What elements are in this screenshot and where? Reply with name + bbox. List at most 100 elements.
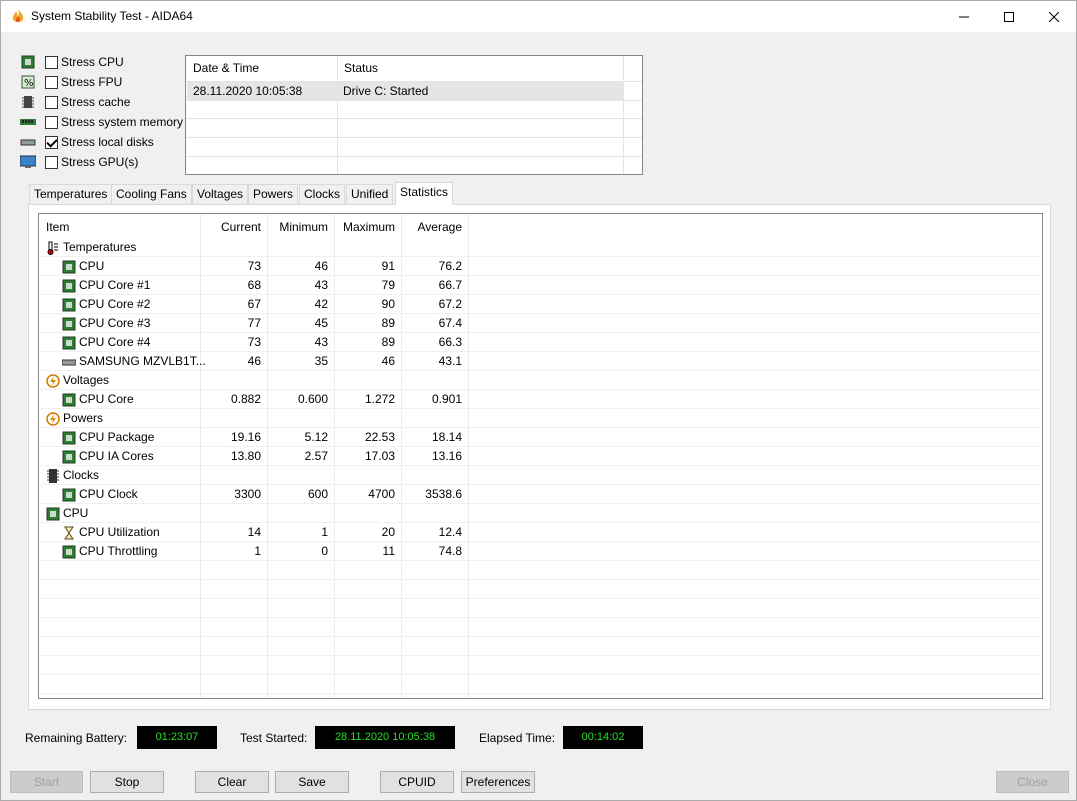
table-row[interactable]: CPU Core #1 68 43 79 66.7 — [39, 276, 1042, 295]
cpu-chip-icon — [62, 431, 76, 445]
table-row[interactable]: CPU Core #2 67 42 90 67.2 — [39, 295, 1042, 314]
preferences-button[interactable]: Preferences — [461, 771, 535, 793]
item-name: CPU Package — [62, 428, 154, 447]
cell-current: 19.16 — [230, 430, 261, 444]
col-header-maximum[interactable]: Maximum — [334, 219, 395, 235]
table-row[interactable]: CPU IA Cores 13.80 2.57 17.03 13.16 — [39, 447, 1042, 466]
cell-maximum: 11 — [382, 544, 395, 558]
cpuid-button[interactable]: CPUID — [380, 771, 454, 793]
table-row[interactable]: CPU 73 46 91 76.2 — [39, 257, 1042, 276]
cell-minimum: 600 — [307, 487, 328, 501]
col-header-current[interactable]: Current — [200, 219, 261, 235]
tab-powers[interactable]: Powers — [248, 184, 299, 204]
stop-button[interactable]: Stop — [90, 771, 164, 793]
group-row[interactable]: Voltages — [39, 371, 1042, 390]
item-name: CPU Core — [62, 390, 134, 409]
stress-cache-checkbox[interactable] — [45, 95, 58, 109]
stress-gpu-option[interactable]: Stress GPU(s) — [19, 153, 139, 171]
group-row[interactable]: Powers — [39, 409, 1042, 428]
item-label: Temperatures — [63, 240, 137, 254]
cell-minimum: 45 — [314, 316, 328, 330]
item-label: Powers — [63, 411, 104, 425]
battery-display: 01:23:07 — [137, 726, 217, 749]
group-row[interactable]: Clocks — [39, 466, 1042, 485]
stress-cpu-option[interactable]: Stress CPU — [20, 53, 124, 71]
col-header-average[interactable]: Average — [401, 219, 462, 235]
item-label: CPU — [79, 259, 105, 273]
cell-maximum: 79 — [381, 278, 395, 292]
stress-fpu-checkbox[interactable] — [45, 75, 58, 89]
stress-memory-option[interactable]: Stress system memory — [20, 113, 183, 131]
minimize-button[interactable] — [941, 1, 987, 32]
tab-temperatures[interactable]: Temperatures — [29, 184, 113, 204]
table-row[interactable]: CPU Throttling 1 0 11 74.8 — [39, 542, 1042, 561]
cell-current: 68 — [247, 278, 261, 292]
col-header-item[interactable]: Item — [46, 219, 69, 235]
cpu-chip-icon — [20, 55, 36, 69]
tab-clocks[interactable]: Clocks — [299, 184, 346, 204]
table-row[interactable]: CPU Core #3 77 45 89 67.4 — [39, 314, 1042, 333]
elapsed-time-display: 00:14:02 — [563, 726, 643, 749]
log-header-status[interactable]: Status — [337, 56, 378, 81]
disk-drive-icon — [61, 355, 77, 369]
group-row[interactable]: CPU — [39, 504, 1042, 523]
cell-minimum: 46 — [314, 259, 328, 273]
monitor-icon — [19, 155, 37, 169]
group-row[interactable]: Temperatures — [39, 238, 1042, 257]
table-row[interactable]: CPU Core #4 73 43 89 66.3 — [39, 333, 1042, 352]
log-row[interactable]: 28.11.2020 10:05:38 Drive C: Started — [187, 82, 624, 100]
table-row[interactable]: CPU Clock 3300 600 4700 3538.6 — [39, 485, 1042, 504]
close-window-button[interactable] — [1031, 1, 1077, 32]
log-datetime: 28.11.2020 10:05:38 — [193, 84, 303, 98]
table-row[interactable]: CPU Utilization 14 1 20 12.4 — [39, 523, 1042, 542]
stress-cpu-checkbox[interactable] — [45, 55, 58, 69]
stress-memory-checkbox[interactable] — [45, 115, 58, 129]
cell-minimum: 2.57 — [304, 449, 328, 463]
tab-cooling-fans[interactable]: Cooling Fans — [111, 184, 192, 204]
cpu-chip-icon — [62, 336, 76, 350]
test-started-label: Test Started: — [240, 731, 308, 745]
item-name: CPU — [62, 257, 104, 276]
cell-maximum: 91 — [381, 259, 395, 273]
status-log-list[interactable]: Date & Time Status 28.11.2020 10:05:38 D… — [185, 55, 643, 175]
tab-unified[interactable]: Unified — [346, 184, 394, 204]
cell-average: 67.4 — [438, 316, 462, 330]
cell-current: 3300 — [234, 487, 261, 501]
cell-maximum: 1.272 — [364, 392, 395, 406]
table-row[interactable]: SAMSUNG MZVLB1T... 46 35 46 43.1 — [39, 352, 1042, 371]
item-label: CPU — [63, 506, 89, 520]
col-header-minimum[interactable]: Minimum — [267, 219, 328, 235]
stress-disks-option[interactable]: Stress local disks — [20, 133, 154, 151]
item-label: CPU Core #4 — [79, 335, 151, 349]
title-bar[interactable]: System Stability Test - AIDA64 — [1, 1, 1076, 32]
save-button[interactable]: Save — [275, 771, 349, 793]
stress-disks-checkbox[interactable] — [45, 135, 58, 149]
table-row[interactable]: CPU Core 0.882 0.600 1.272 0.901 — [39, 390, 1042, 409]
stress-gpu-label: Stress GPU(s) — [61, 155, 139, 169]
statistics-grid[interactable]: Item Current Minimum Maximum Average Tem… — [38, 213, 1043, 699]
cell-maximum: 46 — [381, 354, 395, 368]
cpu-chip-icon — [62, 488, 76, 502]
cell-minimum: 5.12 — [304, 430, 328, 444]
cpu-chip-icon — [62, 298, 76, 312]
tab-statistics[interactable]: Statistics — [395, 182, 454, 205]
item-label: CPU Core — [79, 392, 134, 406]
stress-cache-option[interactable]: Stress cache — [20, 93, 130, 111]
stress-fpu-option[interactable]: % Stress FPU — [20, 73, 122, 91]
start-button[interactable]: Start — [10, 771, 83, 793]
cell-average: 13.16 — [431, 449, 462, 463]
stress-gpu-checkbox[interactable] — [45, 155, 58, 169]
cell-current: 13.80 — [230, 449, 261, 463]
stress-cpu-label: Stress CPU — [61, 55, 124, 69]
close-button[interactable]: Close — [996, 771, 1069, 793]
maximize-button[interactable] — [986, 1, 1032, 32]
item-label: Clocks — [63, 468, 100, 482]
cell-minimum: 35 — [314, 354, 328, 368]
cell-current: 46 — [247, 354, 261, 368]
item-label: CPU IA Cores — [79, 449, 154, 463]
cell-minimum: 0.600 — [297, 392, 328, 406]
clear-button[interactable]: Clear — [195, 771, 269, 793]
table-row[interactable]: CPU Package 19.16 5.12 22.53 18.14 — [39, 428, 1042, 447]
log-header-datetime[interactable]: Date & Time — [186, 56, 259, 81]
tab-voltages[interactable]: Voltages — [192, 184, 249, 204]
